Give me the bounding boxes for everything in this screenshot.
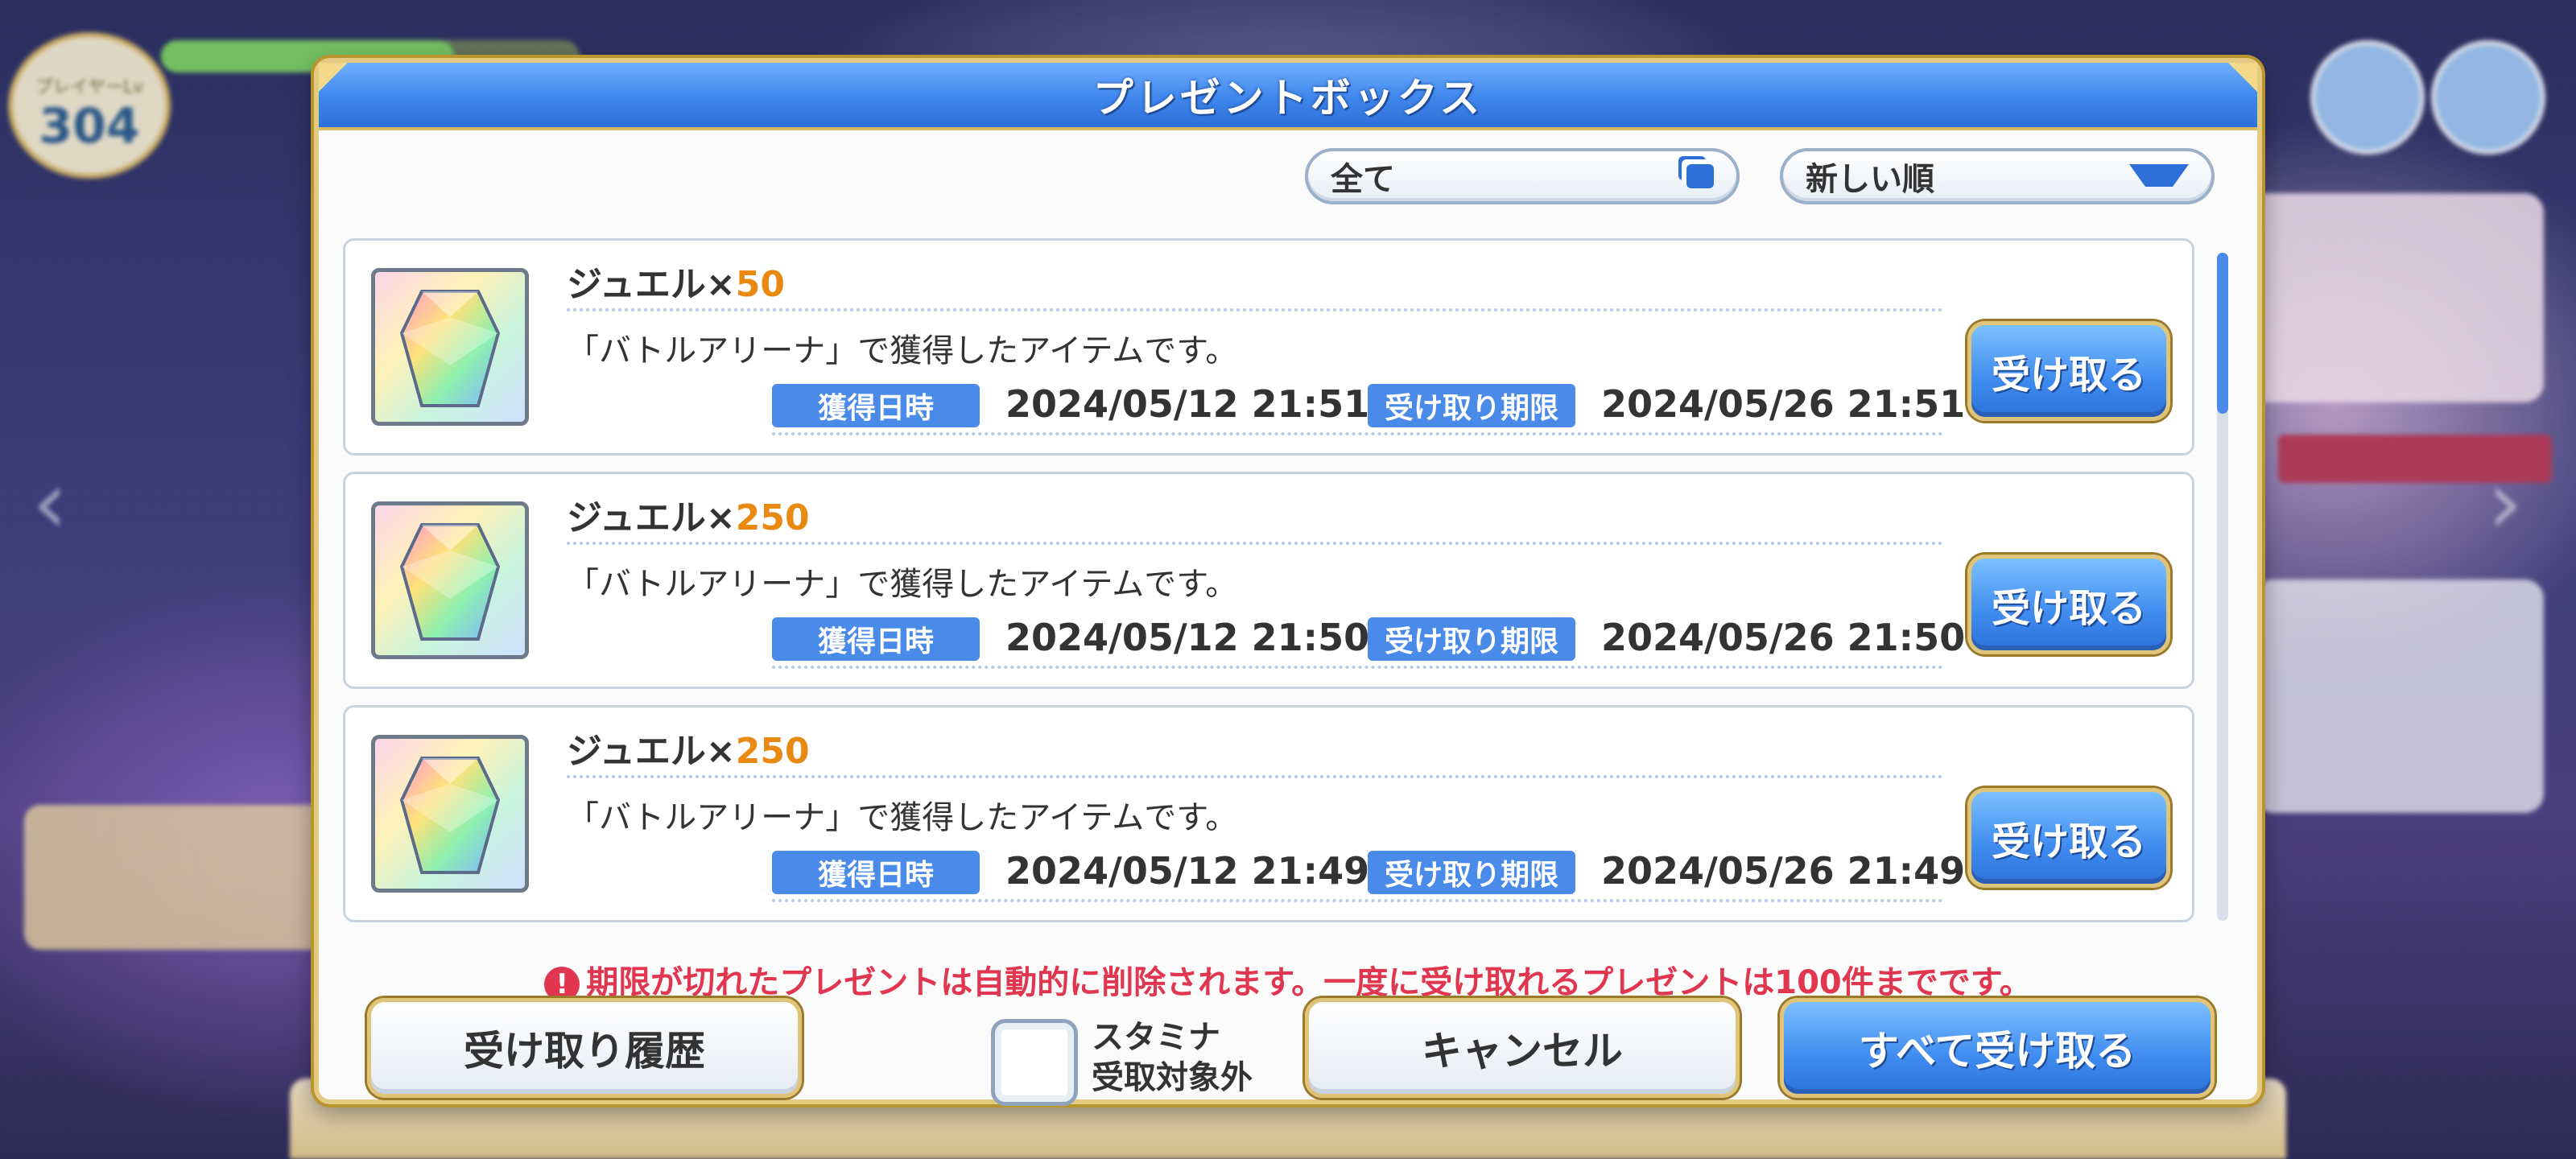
menu-icon (2310, 40, 2425, 155)
receive-button[interactable]: 受け取る (1967, 788, 2170, 888)
sort-select[interactable]: 新しい順 (1780, 148, 2215, 204)
acquired-label: 獲得日時 (772, 851, 980, 894)
character-message-box (2254, 580, 2544, 813)
deadline-date: 2024/05/26 21:51 (1601, 382, 1966, 426)
cancel-button[interactable]: キャンセル (1305, 998, 1740, 1098)
player-level-value: 304 (39, 98, 140, 155)
item-quantity: 250 (735, 731, 810, 772)
item-name: ジュエル×250 (567, 731, 810, 772)
sort-select-value: 新しい順 (1806, 161, 1934, 198)
acquired-date: 2024/05/12 21:51 (1005, 382, 1370, 426)
header-corner-ornament (2225, 63, 2257, 127)
present-box-dialog: プレゼントボックス 全て 新しい順 ジュエル×50 「バトルアリーナ」で獲得した… (314, 58, 2262, 1106)
fullscreen-icon (2431, 40, 2545, 155)
divider (772, 899, 1943, 902)
item-description: 「バトルアリーナ」で獲得したアイテムです。 (567, 799, 1238, 836)
player-level-badge: プレイヤーLv 304 (8, 32, 171, 179)
campaign-card (24, 805, 330, 950)
copy-icon (1686, 164, 1714, 188)
divider (567, 308, 1943, 311)
present-item: ジュエル×250 「バトルアリーナ」で獲得したアイテムです。 獲得日時 2024… (343, 472, 2194, 689)
deadline-label: 受け取り期限 (1368, 851, 1575, 894)
chevron-right-icon: › (2487, 451, 2523, 554)
triangle-down-icon (2129, 164, 2189, 211)
receive-all-button[interactable]: すべて受け取る (1780, 998, 2215, 1098)
deadline-label: 受け取り期限 (1368, 384, 1575, 427)
divider (772, 666, 1943, 669)
jewel-icon (371, 501, 529, 659)
divider (567, 542, 1943, 545)
acquired-label: 獲得日時 (772, 384, 980, 427)
item-description: 「バトルアリーナ」で獲得したアイテムです。 (567, 566, 1238, 603)
notice-message: ! 期限が切れたプレゼントは自動的に削除されます。一度に受け取れるプレゼントは10… (319, 956, 2257, 1003)
warning-icon: ! (544, 967, 580, 1002)
acquired-label: 獲得日時 (772, 617, 980, 661)
jewel-icon (371, 268, 529, 426)
jewel-icon (371, 735, 529, 893)
present-item: ジュエル×250 「バトルアリーナ」で獲得したアイテムです。 獲得日時 2024… (343, 705, 2194, 922)
present-item: ジュエル×50 「バトルアリーナ」で獲得したアイテムです。 獲得日時 2024/… (343, 238, 2194, 456)
present-list[interactable]: ジュエル×50 「バトルアリーナ」で獲得したアイテムです。 獲得日時 2024/… (343, 238, 2227, 938)
deadline-date: 2024/05/26 21:50 (1601, 616, 1966, 659)
filter-select-value: 全て (1331, 161, 1395, 198)
item-quantity: 250 (735, 497, 810, 538)
filter-select[interactable]: 全て (1305, 148, 1740, 204)
item-name: ジュエル×250 (567, 497, 810, 538)
divider (772, 432, 1943, 435)
acquired-date: 2024/05/12 21:49 (1005, 849, 1370, 893)
header-corner-ornament (319, 63, 351, 127)
item-quantity: 50 (735, 264, 786, 305)
item-name: ジュエル×50 (567, 264, 786, 305)
divider (567, 775, 1943, 778)
stamina-exclude-checkbox[interactable] (991, 1019, 1078, 1106)
notice-text: 期限が切れたプレゼントは自動的に削除されます。一度に受け取れるプレゼントは100… (586, 964, 2032, 1001)
dialog-header: プレゼントボックス (319, 63, 2257, 130)
receive-history-button[interactable]: 受け取り履歴 (367, 998, 802, 1098)
scrollbar-thumb[interactable] (2217, 253, 2228, 414)
deadline-label: 受け取り期限 (1368, 617, 1575, 661)
deadline-date: 2024/05/26 21:49 (1601, 849, 1966, 893)
scrollbar[interactable] (2217, 253, 2228, 921)
stamina-exclude-label: スタミナ 受取対象外 (1092, 1019, 1253, 1096)
dialog-title: プレゼントボックス (1092, 75, 1484, 122)
item-description: 「バトルアリーナ」で獲得したアイテムです。 (567, 332, 1238, 369)
event-banner (2238, 193, 2544, 402)
player-level-label: プレイヤーLv (35, 77, 144, 97)
acquired-date: 2024/05/12 21:50 (1005, 616, 1370, 659)
receive-button[interactable]: 受け取る (1967, 321, 2170, 421)
receive-button[interactable]: 受け取る (1967, 555, 2170, 654)
chevron-left-icon: ‹ (32, 451, 68, 554)
